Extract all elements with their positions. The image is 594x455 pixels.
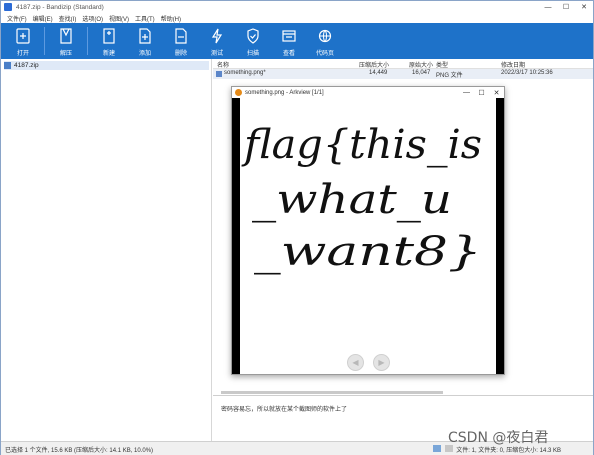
tree-item-label: 4187.zip <box>14 62 39 69</box>
open-icon <box>15 27 31 45</box>
extract-button[interactable]: 解压 <box>48 23 84 59</box>
scan-button[interactable]: 扫描 <box>235 23 271 59</box>
extract-icon <box>58 27 74 45</box>
file-modified: 2022/3/17 10:25:36 <box>501 70 553 76</box>
file-name: something.png* <box>224 70 266 76</box>
png-file-icon <box>216 71 222 77</box>
menu-view[interactable]: 视图(V) <box>109 14 129 23</box>
file-packed-size: 14,449 <box>369 70 388 76</box>
archive-comment: 密码容易忘，所以就放在某个截图师的软件上了 <box>221 407 348 413</box>
status-selection: 已选择 1 个文件, 15.6 KB (压缩后大小: 14.1 KB, 10.0… <box>5 448 154 454</box>
delete-button[interactable]: 删除 <box>163 23 199 59</box>
test-label: 测试 <box>210 51 223 57</box>
title-bar: 4187.zip - Bandizip (Standard) — ☐ ✕ <box>1 1 593 13</box>
new-archive-label: 新建 <box>102 51 115 57</box>
codepage-button[interactable]: 代码页 <box>307 23 343 59</box>
arkview-window: something.png - Arkview [1/1] — ☐ ✕ flag… <box>231 86 505 375</box>
add-icon <box>137 27 153 45</box>
csdn-watermark: CSDN @夜白君 <box>448 430 549 446</box>
menu-options[interactable]: 选项(O) <box>82 14 103 23</box>
close-icon[interactable]: ✕ <box>575 1 593 13</box>
open-button[interactable]: 打开 <box>5 23 41 59</box>
test-button[interactable]: 测试 <box>199 23 235 59</box>
new-archive-button[interactable]: 新建 <box>91 23 127 59</box>
test-icon <box>209 27 225 45</box>
new-archive-icon <box>101 27 117 45</box>
minimize-icon[interactable]: — <box>539 1 557 13</box>
column-type[interactable]: 类型 <box>436 60 448 69</box>
folder-tree-panel: 4187.zip <box>1 59 212 441</box>
handwritten-flag-image: flag{this_is _what_u _want8} <box>241 122 482 275</box>
handwriting-line-1: flag{this_is <box>241 122 482 168</box>
open-label: 打开 <box>16 51 29 57</box>
codepage-label: 代码页 <box>315 51 334 57</box>
add-label: 添加 <box>138 51 151 57</box>
delete-icon <box>173 27 189 45</box>
maximize-icon[interactable]: ☐ <box>557 1 575 13</box>
codepage-icon <box>317 27 333 45</box>
column-packed-size[interactable]: 压缩后大小 <box>359 60 389 69</box>
delete-label: 删除 <box>174 51 187 57</box>
extract-label: 解压 <box>59 51 72 57</box>
column-original-size[interactable]: 原始大小 <box>409 60 433 69</box>
view-button[interactable]: 查看 <box>271 23 307 59</box>
archive-info-icon[interactable] <box>433 445 441 452</box>
next-image-button[interactable]: ▶ <box>373 354 390 371</box>
horizontal-scrollbar[interactable] <box>221 391 443 394</box>
bandizip-app-icon <box>4 3 12 11</box>
previous-image-button[interactable]: ◀ <box>347 354 364 371</box>
scan-label: 扫描 <box>246 51 259 57</box>
viewer-title-bar: something.png - Arkview [1/1] — ☐ ✕ <box>232 87 504 98</box>
zip-archive-icon <box>4 62 11 69</box>
tree-item-root[interactable]: 4187.zip <box>4 61 209 70</box>
column-modified[interactable]: 修改日期 <box>501 60 525 69</box>
viewer-minimize-icon[interactable]: — <box>459 87 474 98</box>
menu-file[interactable]: 文件(F) <box>7 14 27 23</box>
file-original-size: 16,047 <box>412 70 431 76</box>
view-icon <box>281 27 297 45</box>
handwriting-line-3: _want8} <box>254 229 482 275</box>
menu-edit[interactable]: 编辑(E) <box>33 14 53 23</box>
file-type: PNG 文件 <box>436 73 463 79</box>
file-row[interactable]: something.png* 14,449 16,047 PNG 文件 2022… <box>213 69 593 79</box>
arkview-app-icon <box>235 89 242 96</box>
add-button[interactable]: 添加 <box>127 23 163 59</box>
toolbar: 打开 解压 新建 添加 删除 测试 扫描 查看 代码页 <box>1 23 593 59</box>
scan-icon <box>245 27 261 45</box>
viewer-maximize-icon[interactable]: ☐ <box>474 87 489 98</box>
file-list-header: 名称 压缩后大小 原始大小 类型 修改日期 <box>213 59 593 69</box>
viewer-title: something.png - Arkview [1/1] <box>245 89 324 96</box>
image-canvas: flag{this_is _what_u _want8} ◀ ▶ <box>232 98 504 374</box>
handwriting-line-2: _what_u <box>252 177 452 223</box>
menu-help[interactable]: 帮助(H) <box>161 14 181 23</box>
viewer-close-icon[interactable]: ✕ <box>489 87 504 98</box>
menu-bar: 文件(F) 编辑(E) 查找(I) 选项(O) 视图(V) 工具(T) 帮助(H… <box>1 13 593 23</box>
menu-find[interactable]: 查找(I) <box>59 14 77 23</box>
menu-tools[interactable]: 工具(T) <box>135 14 155 23</box>
column-name[interactable]: 名称 <box>217 60 229 69</box>
window-title: 4187.zip - Bandizip (Standard) <box>16 3 104 11</box>
view-label: 查看 <box>282 51 295 57</box>
